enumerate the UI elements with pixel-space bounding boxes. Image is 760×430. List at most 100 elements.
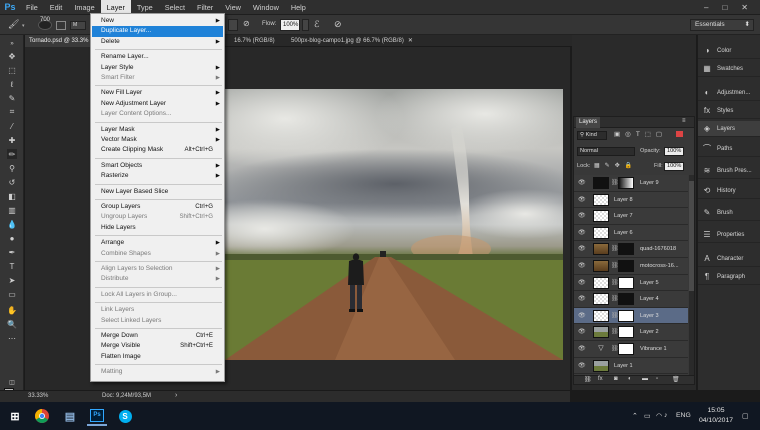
layer-row[interactable]: 👁 ⛓ motocross-16...: [574, 258, 688, 275]
tab-layers[interactable]: Layers: [576, 117, 601, 128]
visibility-eye-icon[interactable]: 👁: [578, 328, 586, 335]
menu-item-vector-mask[interactable]: Vector Mask ▶: [92, 135, 223, 145]
layer-row[interactable]: 👁 Layer 7: [574, 208, 688, 225]
panel-properties[interactable]: ☰ Properties: [698, 227, 760, 243]
layer-thumbnail[interactable]: [593, 293, 609, 306]
menu-item-group-layers[interactable]: Group Layers Ctrl+G: [92, 202, 223, 212]
panel-paragraph[interactable]: ¶ Paragraph: [698, 269, 760, 285]
history-brush-icon[interactable]: ↺: [7, 177, 17, 187]
visibility-eye-icon[interactable]: 👁: [578, 229, 586, 236]
layer-name[interactable]: Layer 9: [640, 180, 659, 186]
menu-item-new-fill-layer[interactable]: New Fill Layer ▶: [92, 88, 223, 98]
brush-tool-icon[interactable]: 🖌: [8, 19, 20, 31]
layer-row[interactable]: 👁 Layer 8: [574, 192, 688, 209]
windows-start-icon[interactable]: ⊞: [5, 406, 25, 426]
panel-adjustments[interactable]: ◐ Adjustmen...: [698, 85, 760, 101]
brush-panel-icon[interactable]: [56, 21, 66, 30]
blur-tool-icon[interactable]: 💧: [7, 219, 17, 229]
layer-thumbnail[interactable]: [593, 243, 609, 256]
layer-mask-thumbnail[interactable]: [618, 243, 634, 256]
filter-toggle[interactable]: [676, 131, 683, 137]
maximize-button[interactable]: □: [722, 3, 727, 12]
scrollbar-thumb[interactable]: [689, 181, 694, 291]
layer-name[interactable]: Vibrance 1: [640, 346, 667, 352]
chrome-icon[interactable]: [32, 406, 52, 426]
layer-thumbnail[interactable]: ▽: [593, 343, 609, 355]
move-tool-icon[interactable]: ✥: [7, 51, 17, 61]
layer-name[interactable]: Layer 1: [614, 363, 633, 369]
visibility-eye-icon[interactable]: 👁: [578, 345, 586, 352]
panel-swatches[interactable]: ▦ Swatches: [698, 61, 760, 77]
type-tool-icon[interactable]: T: [7, 261, 17, 271]
menu-window[interactable]: Window: [247, 0, 285, 15]
layer-row[interactable]: 👁 ⛓ Layer 9: [574, 175, 688, 192]
layer-row[interactable]: 👁 ⛓ Layer 5: [574, 275, 688, 292]
layer-name[interactable]: motocross-16...: [640, 263, 679, 269]
menu-item-rasterize[interactable]: Rasterize ▶: [92, 171, 223, 181]
layer-name[interactable]: quad-1676018: [640, 246, 676, 252]
panel-brush-presets[interactable]: ≋ Brush Pres...: [698, 163, 760, 179]
pressure-opacity-icon[interactable]: ⊘: [243, 19, 255, 31]
menu-item-flatten-image[interactable]: Flatten Image: [92, 352, 223, 362]
layer-thumbnail[interactable]: [593, 276, 609, 289]
new-layer-icon[interactable]: ▫: [656, 376, 658, 382]
fill-field[interactable]: 100%: [664, 162, 684, 171]
lock-icons[interactable]: ▦✎✥🔒: [594, 162, 637, 169]
pen-tool-icon[interactable]: ✒: [7, 247, 17, 257]
zoom-tool-icon[interactable]: 🔍: [7, 319, 17, 329]
panel-styles[interactable]: fx Styles: [698, 103, 760, 119]
dodge-tool-icon[interactable]: ●: [7, 233, 17, 243]
layer-mask-thumbnail[interactable]: [618, 343, 634, 355]
network-icon[interactable]: ▭: [644, 412, 651, 420]
adjustment-layer-icon[interactable]: ◐: [628, 376, 632, 382]
opacity-dropdown-arrow[interactable]: [228, 19, 238, 31]
fx-icon[interactable]: fx: [598, 376, 603, 382]
new-group-icon[interactable]: ▬: [642, 376, 648, 382]
system-clock[interactable]: 15:05 04/10/2017: [696, 406, 736, 426]
airbrush-icon[interactable]: ℰ: [314, 19, 319, 30]
quick-selection-icon[interactable]: ✎: [7, 93, 17, 103]
marquee-tool-icon[interactable]: ⬚: [7, 65, 17, 75]
notifications-icon[interactable]: ▢: [742, 412, 749, 420]
layer-row[interactable]: 👁 ⛓ Layer 2: [574, 324, 688, 341]
menu-item-new-adjustment-layer[interactable]: New Adjustment Layer ▶: [92, 99, 223, 109]
collapse-icon[interactable]: »: [7, 39, 17, 49]
gradient-tool-icon[interactable]: ▥: [7, 205, 17, 215]
layer-thumbnail[interactable]: [593, 260, 609, 272]
layer-thumbnail[interactable]: [593, 309, 609, 322]
clone-stamp-icon[interactable]: ⚲: [7, 163, 17, 173]
layer-row[interactable]: 👁 ⛓ quad-1676018: [574, 241, 688, 258]
opacity-field[interactable]: 100%: [664, 147, 684, 156]
menu-item-new-layer-based-slice[interactable]: New Layer Based Slice: [92, 187, 223, 197]
visibility-eye-icon[interactable]: 👁: [578, 196, 586, 203]
menu-item-hide-layers[interactable]: Hide Layers: [92, 223, 223, 233]
layer-name[interactable]: Layer 4: [640, 296, 659, 302]
menu-item-merge-visible[interactable]: Merge Visible Shift+Ctrl+E: [92, 341, 223, 351]
workspace-dropdown[interactable]: Essentials ⬍: [690, 19, 754, 31]
layer-name[interactable]: Layer 6: [614, 230, 633, 236]
layer-name[interactable]: Layer 7: [614, 213, 633, 219]
layer-mask-thumbnail[interactable]: [618, 326, 634, 339]
visibility-eye-icon[interactable]: 👁: [578, 279, 586, 286]
eyedropper-tool-icon[interactable]: ⁄: [7, 121, 17, 131]
layer-thumbnail[interactable]: [593, 177, 609, 189]
panel-menu-icon[interactable]: ≡: [682, 118, 686, 124]
wifi-icon[interactable]: ◠: [656, 412, 662, 420]
flow-field[interactable]: 100%: [280, 19, 300, 31]
filter-kind-dropdown[interactable]: ⚲ Kind: [577, 131, 607, 140]
more-tools-icon[interactable]: ⋯: [7, 333, 17, 343]
layer-thumbnail[interactable]: [593, 210, 609, 223]
menu-item-duplicate-layer[interactable]: Duplicate Layer...: [92, 26, 223, 37]
menu-edit[interactable]: Edit: [44, 0, 69, 15]
layer-row[interactable]: 👁 Layer 6: [574, 225, 688, 242]
menu-item-new[interactable]: New ▶: [92, 16, 223, 26]
layer-name[interactable]: Layer 5: [640, 280, 659, 286]
link-layers-icon[interactable]: ⛓: [584, 376, 592, 383]
menu-help[interactable]: Help: [285, 0, 312, 15]
hand-tool-icon[interactable]: ✋: [7, 305, 17, 315]
trash-icon[interactable]: 🗑: [672, 376, 680, 383]
layer-row[interactable]: 👁 ⛓ Layer 3: [574, 307, 688, 325]
visibility-eye-icon[interactable]: 👁: [578, 295, 586, 302]
zoom-level[interactable]: 33.33%: [28, 393, 48, 399]
visibility-eye-icon[interactable]: 👁: [578, 212, 586, 219]
